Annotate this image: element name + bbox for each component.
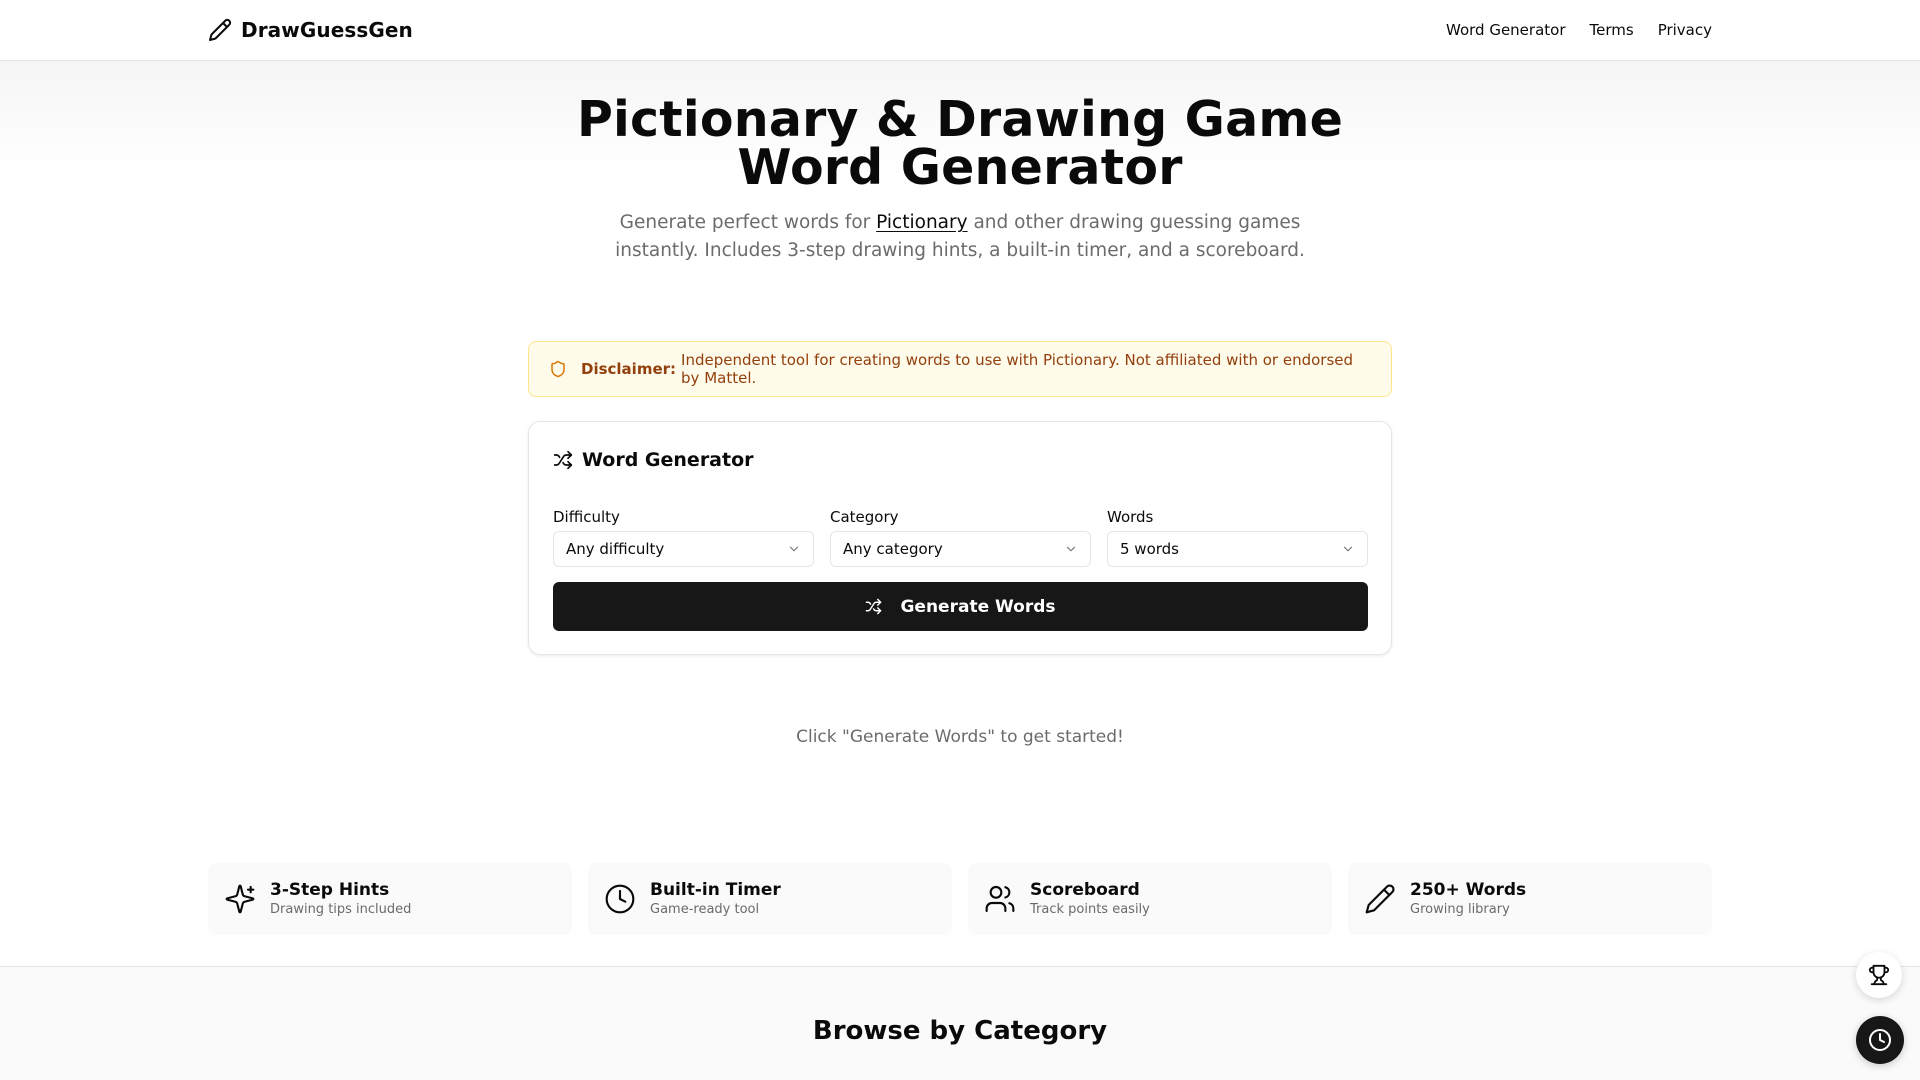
generator-fields: Difficulty Any difficulty Category Any c… — [553, 508, 1368, 567]
brand-logo-link[interactable]: DrawGuessGen — [208, 18, 413, 42]
nav-link-privacy[interactable]: Privacy — [1658, 21, 1712, 39]
shield-icon — [551, 360, 565, 378]
words-count-value: 5 words — [1120, 540, 1179, 558]
words-count-select[interactable]: 5 words — [1107, 531, 1368, 567]
hero-section: Pictionary & Drawing Game Word Generator… — [0, 91, 1920, 265]
feature-subtitle: Game-ready tool — [650, 901, 760, 917]
shuffle-icon — [866, 598, 882, 615]
category-value: Any category — [843, 540, 943, 558]
pencil-icon — [209, 18, 232, 41]
words-count-field: Words 5 words — [1107, 508, 1368, 567]
word-generator-card: Word Generator Difficulty Any difficulty… — [528, 421, 1392, 655]
difficulty-label: Difficulty — [553, 508, 620, 526]
pencil-icon — [1365, 884, 1395, 914]
feature-title: Scoreboard — [1030, 879, 1140, 900]
category-label: Category — [830, 508, 899, 526]
shuffle-icon — [553, 450, 573, 470]
subtitle-text-before: Generate perfect words for — [619, 212, 877, 233]
clock-icon — [605, 884, 635, 914]
generate-words-button[interactable]: Generate Words — [553, 582, 1368, 631]
page-title: Pictionary & Drawing Game Word Generator — [576, 91, 1344, 196]
users-icon — [985, 885, 1015, 913]
feature-subtitle: Drawing tips included — [270, 901, 412, 917]
main-nav: Word Generator Terms Privacy — [1446, 21, 1712, 39]
category-field: Category Any category — [830, 508, 1091, 567]
top-navbar: DrawGuessGen Word Generator Terms Privac… — [0, 0, 1920, 61]
chevron-down-icon — [1343, 546, 1353, 552]
chevron-down-icon — [1066, 546, 1076, 552]
timer-fab[interactable] — [1856, 1016, 1904, 1064]
feature-card-timer: Built-in Timer Game-ready tool — [588, 863, 952, 935]
chevron-down-icon — [789, 546, 799, 552]
card-title: Word Generator — [553, 449, 754, 471]
pictionary-link[interactable]: Pictionary — [876, 212, 967, 233]
category-select[interactable]: Any category — [830, 531, 1091, 567]
hero-subtitle: Generate perfect words for Pictionary an… — [600, 209, 1320, 265]
difficulty-select[interactable]: Any difficulty — [553, 531, 814, 567]
disclaimer-banner: Disclaimer: Independent tool for creatin… — [528, 341, 1392, 397]
trophy-icon — [1868, 964, 1890, 986]
clock-icon — [1869, 1029, 1891, 1051]
sparkles-icon — [225, 884, 255, 914]
scoreboard-fab[interactable] — [1856, 952, 1902, 998]
feature-card-scoreboard: Scoreboard Track points easily — [968, 863, 1332, 935]
feature-subtitle: Growing library — [1410, 901, 1510, 917]
nav-link-word-generator[interactable]: Word Generator — [1446, 21, 1566, 39]
browse-title: Browse by Category — [812, 1016, 1108, 1046]
brand-name: DrawGuessGen — [241, 18, 413, 42]
disclaimer-text: Independent tool for creating words to u… — [681, 351, 1354, 387]
features-row: 3-Step Hints Drawing tips included Built… — [208, 863, 1712, 935]
feature-subtitle: Track points easily — [1030, 901, 1150, 917]
feature-title: 250+ Words — [1410, 879, 1527, 900]
feature-title: 3-Step Hints — [270, 879, 390, 900]
generate-words-label: Generate Words — [900, 596, 1056, 617]
difficulty-field: Difficulty Any difficulty — [553, 508, 814, 567]
empty-state-hint: Click "Generate Words" to get started! — [796, 727, 1124, 747]
difficulty-value: Any difficulty — [566, 540, 665, 558]
feature-title: Built-in Timer — [650, 879, 781, 900]
words-count-label: Words — [1107, 508, 1154, 526]
nav-link-terms[interactable]: Terms — [1590, 21, 1634, 39]
disclaimer-label: Disclaimer: — [581, 360, 677, 378]
browse-section: Browse by Category — [0, 966, 1920, 1080]
feature-card-hints: 3-Step Hints Drawing tips included — [208, 863, 572, 935]
feature-card-words: 250+ Words Growing library — [1348, 863, 1712, 935]
card-title-text: Word Generator — [582, 449, 754, 471]
